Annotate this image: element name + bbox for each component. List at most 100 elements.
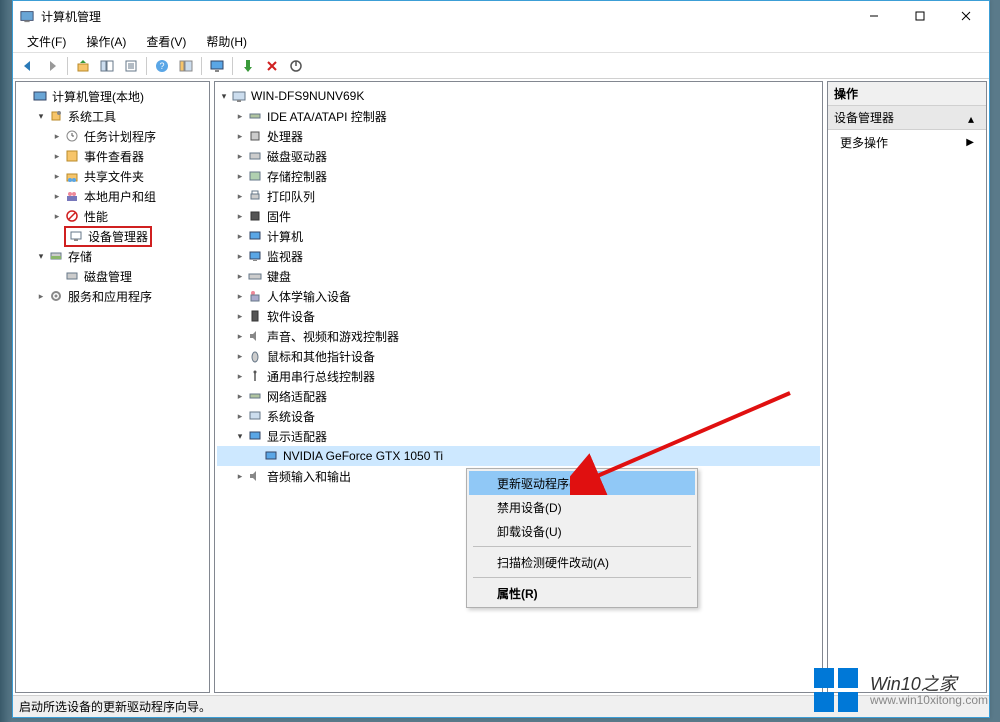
disable-button[interactable]	[261, 56, 283, 76]
left-item-disk-mgmt[interactable]: 磁盘管理	[18, 266, 207, 286]
nav-back-button[interactable]	[17, 56, 39, 76]
users-icon	[64, 188, 80, 204]
disk-icon	[64, 268, 80, 284]
audio-icon	[247, 468, 263, 484]
cat-display-adapters[interactable]: ▾显示适配器	[217, 426, 820, 446]
tree-label: 计算机管理(本地)	[52, 88, 144, 105]
left-item-device-manager[interactable]: 设备管理器	[18, 226, 207, 246]
tree-label: 网络适配器	[267, 388, 327, 405]
tree-label: 显示适配器	[267, 428, 327, 445]
left-group-services[interactable]: ▸ 服务和应用程序	[18, 286, 207, 306]
watermark: Win10之家 www.win10xitong.com	[814, 668, 988, 714]
actions-header: 操作	[828, 82, 986, 106]
system-icon	[247, 408, 263, 424]
device-manager-icon	[68, 228, 84, 244]
cat-storage-controllers[interactable]: ▸存储控制器	[217, 166, 820, 186]
tree-label: 磁盘驱动器	[267, 148, 327, 165]
gpu-icon	[263, 448, 279, 464]
cat-software-devices[interactable]: ▸软件设备	[217, 306, 820, 326]
maximize-button[interactable]	[897, 1, 943, 31]
left-item-task-scheduler[interactable]: ▸任务计划程序	[18, 126, 207, 146]
performance-icon	[64, 208, 80, 224]
menu-view[interactable]: 查看(V)	[138, 31, 194, 52]
left-tree-panel[interactable]: 计算机管理(本地) ▾ 系统工具 ▸任务计划程序 ▸事件查看器 ▸共享文件夹 ▸…	[15, 81, 210, 693]
nav-forward-button[interactable]	[41, 56, 63, 76]
menu-action[interactable]: 操作(A)	[78, 31, 134, 52]
properties-button[interactable]	[120, 56, 142, 76]
tree-label: 固件	[267, 208, 291, 225]
left-root[interactable]: 计算机管理(本地)	[18, 86, 207, 106]
cat-mouse[interactable]: ▸鼠标和其他指针设备	[217, 346, 820, 366]
layout-button[interactable]	[175, 56, 197, 76]
help-button[interactable]: ?	[151, 56, 173, 76]
cat-cpu[interactable]: ▸处理器	[217, 126, 820, 146]
actions-panel: 操作 设备管理器 ▴ 更多操作 ▶	[827, 81, 987, 693]
ctx-properties[interactable]: 属性(R)	[469, 581, 695, 605]
watermark-url: www.win10xitong.com	[870, 694, 988, 707]
tree-label: 系统工具	[68, 108, 116, 125]
cat-sound-video[interactable]: ▸声音、视频和游戏控制器	[217, 326, 820, 346]
network-icon	[247, 388, 263, 404]
monitor-icon-button[interactable]	[206, 56, 228, 76]
tree-label: 鼠标和其他指针设备	[267, 348, 375, 365]
show-hide-tree-button[interactable]	[96, 56, 118, 76]
cat-network[interactable]: ▸网络适配器	[217, 386, 820, 406]
left-item-event-viewer[interactable]: ▸事件查看器	[18, 146, 207, 166]
display-adapter-icon	[247, 428, 263, 444]
close-button[interactable]	[943, 1, 989, 31]
cat-ide-ata[interactable]: ▸IDE ATA/ATAPI 控制器	[217, 106, 820, 126]
left-item-local-users[interactable]: ▸本地用户和组	[18, 186, 207, 206]
left-group-storage[interactable]: ▾ 存储	[18, 246, 207, 266]
cat-computer[interactable]: ▸计算机	[217, 226, 820, 246]
tree-label: 音频输入和输出	[267, 468, 351, 485]
clock-icon	[64, 128, 80, 144]
action-label: 更多操作	[840, 134, 888, 151]
tree-label: 打印队列	[267, 188, 315, 205]
tree-label: 共享文件夹	[84, 168, 144, 185]
tree-label: 事件查看器	[84, 148, 144, 165]
tree-label: 磁盘管理	[84, 268, 132, 285]
cat-system-devices[interactable]: ▸系统设备	[217, 406, 820, 426]
uninstall-button[interactable]	[285, 56, 307, 76]
cat-firmware[interactable]: ▸固件	[217, 206, 820, 226]
left-item-shared-folders[interactable]: ▸共享文件夹	[18, 166, 207, 186]
share-icon	[64, 168, 80, 184]
cat-hid[interactable]: ▸人体学输入设备	[217, 286, 820, 306]
cat-disk-drives[interactable]: ▸磁盘驱动器	[217, 146, 820, 166]
usb-icon	[247, 368, 263, 384]
collapse-icon[interactable]: ▴	[968, 112, 980, 124]
disk-drive-icon	[247, 148, 263, 164]
actions-section-device-mgr[interactable]: 设备管理器 ▴	[828, 106, 986, 130]
computer-management-window: 计算机管理 文件(F) 操作(A) 查看(V) 帮助(H) ?	[12, 0, 990, 718]
cat-usb[interactable]: ▸通用串行总线控制器	[217, 366, 820, 386]
app-icon	[19, 8, 35, 24]
printer-icon	[247, 188, 263, 204]
tree-label: WIN-DFS9NUNV69K	[251, 89, 364, 103]
ctx-disable-device[interactable]: 禁用设备(D)	[469, 495, 695, 519]
device-nvidia-gtx-1050ti[interactable]: NVIDIA GeForce GTX 1050 Ti	[217, 446, 820, 466]
services-icon	[48, 288, 64, 304]
ctx-scan-hardware[interactable]: 扫描检测硬件改动(A)	[469, 550, 695, 574]
event-icon	[64, 148, 80, 164]
computer-cat-icon	[247, 228, 263, 244]
cat-keyboard[interactable]: ▸键盘	[217, 266, 820, 286]
cat-monitor[interactable]: ▸监视器	[217, 246, 820, 266]
actions-more[interactable]: 更多操作 ▶	[828, 130, 986, 155]
left-group-system-tools[interactable]: ▾ 系统工具	[18, 106, 207, 126]
ctx-uninstall-device[interactable]: 卸载设备(U)	[469, 519, 695, 543]
ctx-update-driver[interactable]: 更新驱动程序(P)	[469, 471, 695, 495]
up-level-button[interactable]	[72, 56, 94, 76]
software-icon	[247, 308, 263, 324]
tree-label: 服务和应用程序	[68, 288, 152, 305]
enable-button[interactable]	[237, 56, 259, 76]
firmware-icon	[247, 208, 263, 224]
menu-file[interactable]: 文件(F)	[19, 31, 74, 52]
left-item-performance[interactable]: ▸性能	[18, 206, 207, 226]
menu-help[interactable]: 帮助(H)	[198, 31, 255, 52]
device-root[interactable]: ▾ WIN-DFS9NUNV69K	[217, 86, 820, 106]
computer-icon	[231, 88, 247, 104]
tree-label: NVIDIA GeForce GTX 1050 Ti	[283, 449, 443, 463]
minimize-button[interactable]	[851, 1, 897, 31]
cat-print-queues[interactable]: ▸打印队列	[217, 186, 820, 206]
window-title: 计算机管理	[41, 8, 101, 25]
